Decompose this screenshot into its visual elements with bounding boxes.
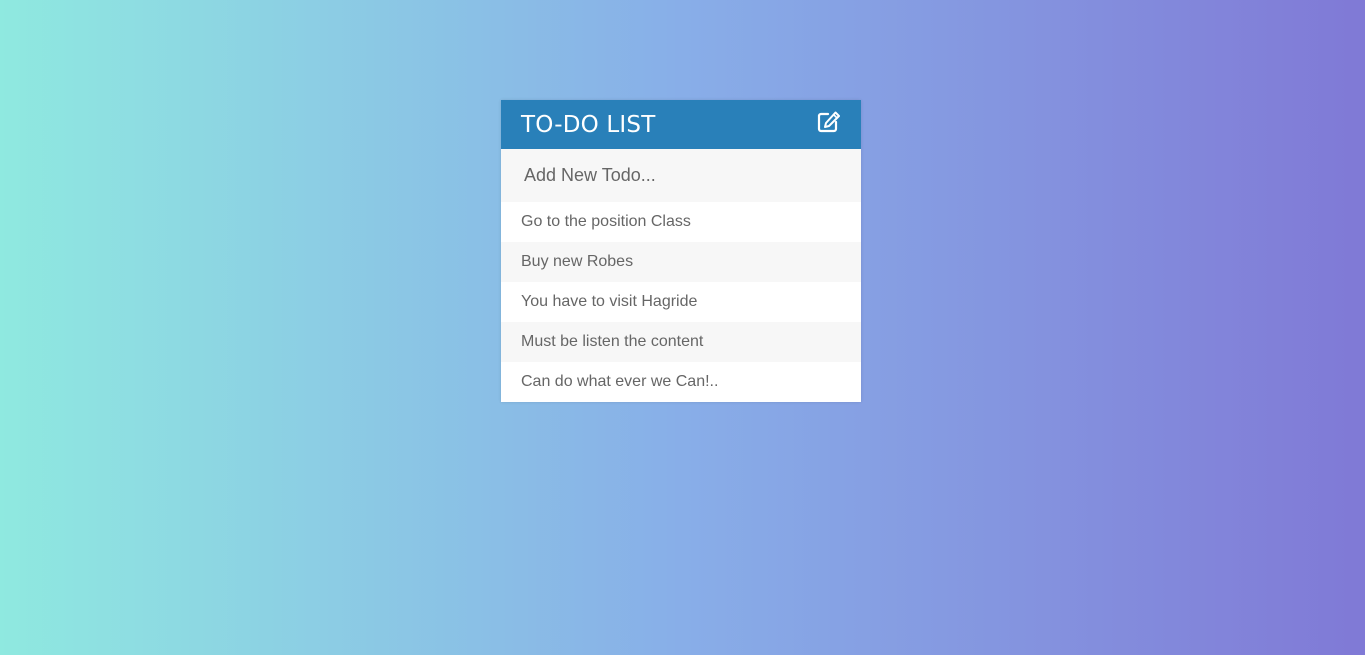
page-title: TO-DO LIST [521,111,656,138]
todo-item[interactable]: Must be listen the content [501,322,861,362]
todo-card: TO-DO LIST Go to the position Class Buy … [501,100,861,402]
todo-item[interactable]: You have to visit Hagride [501,282,861,322]
edit-icon [817,111,840,132]
todo-item[interactable]: Buy new Robes [501,242,861,282]
edit-toggle-button[interactable] [817,110,841,134]
todo-item[interactable]: Go to the position Class [501,202,861,242]
todo-list: Go to the position Class Buy new Robes Y… [501,202,861,402]
todo-header: TO-DO LIST [501,100,861,149]
add-todo-input[interactable] [501,149,861,202]
todo-item[interactable]: Can do what ever we Can!.. [501,362,861,402]
